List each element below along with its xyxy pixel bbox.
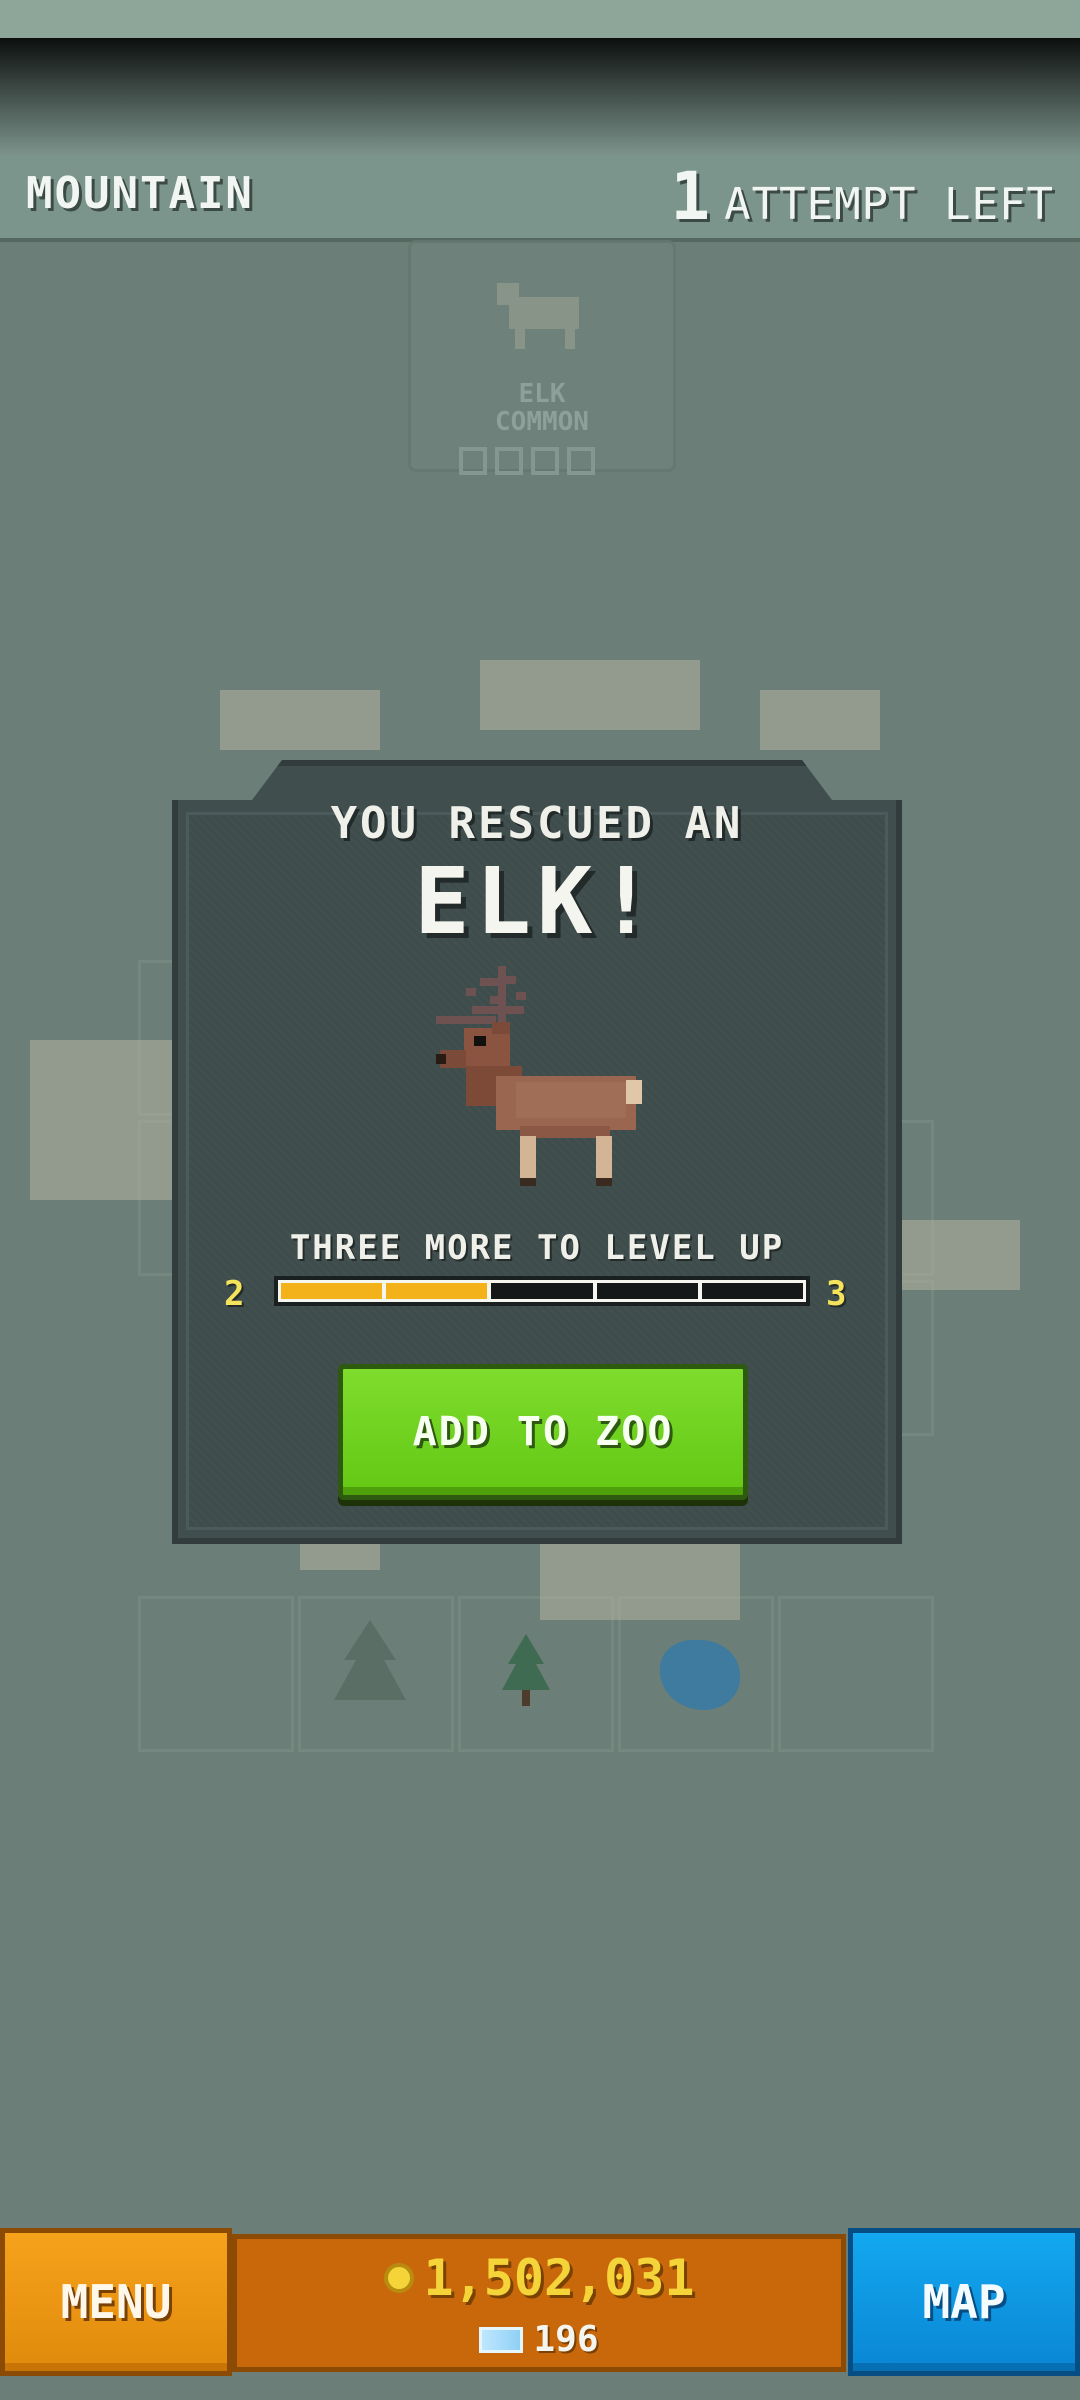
attempts-count: 1 bbox=[670, 158, 711, 235]
stampede-herd bbox=[760, 690, 880, 750]
progress-segment bbox=[491, 1283, 593, 1299]
progress-segment bbox=[701, 1283, 804, 1299]
slot bbox=[495, 447, 523, 475]
rescue-modal: YOU RESCUED AN ELK! THREE MORE TO LEVEL … bbox=[172, 760, 902, 1544]
background-animal-card: ELK COMMON bbox=[408, 240, 676, 475]
stampede-herd bbox=[480, 660, 700, 730]
background-card-rarity: COMMON bbox=[495, 407, 589, 437]
hud-bar: MOUNTAIN 1 ATTEMPT LEFT bbox=[0, 156, 1080, 242]
background-card-slots bbox=[459, 447, 595, 475]
elk-icon bbox=[436, 966, 642, 1186]
coin-amount: 1,502,031 bbox=[423, 2249, 695, 2307]
top-shade bbox=[0, 38, 1080, 156]
pine-tree-icon bbox=[502, 1634, 550, 1706]
stampede-herd bbox=[900, 1220, 1020, 1290]
gem-amount: 196 bbox=[533, 2319, 599, 2360]
region-name: MOUNTAIN bbox=[26, 168, 254, 219]
elk-ghost-icon bbox=[497, 283, 579, 349]
slot bbox=[531, 447, 559, 475]
attempts-indicator: 1 ATTEMPT LEFT bbox=[670, 158, 1054, 235]
next-level: 3 bbox=[826, 1274, 847, 1314]
rescued-animal-name: ELK! bbox=[414, 848, 660, 955]
progress-segment bbox=[596, 1283, 698, 1299]
slot bbox=[459, 447, 487, 475]
level-up-text: THREE MORE TO LEVEL UP bbox=[289, 1228, 785, 1268]
status-bar bbox=[0, 0, 1080, 38]
gem-icon bbox=[479, 2326, 524, 2353]
pine-tree-icon bbox=[334, 1620, 406, 1700]
slot bbox=[567, 447, 595, 475]
menu-button[interactable]: MENU bbox=[0, 2228, 232, 2376]
bottom-bar: MENU 1,502,031 196 MAP bbox=[0, 2228, 1080, 2400]
progress-segment bbox=[281, 1283, 383, 1299]
coin-balance: 1,502,031 bbox=[237, 2249, 841, 2307]
stampede-herd bbox=[540, 1540, 740, 1620]
map-cell bbox=[138, 1596, 294, 1752]
map-button[interactable]: MAP bbox=[848, 2228, 1080, 2376]
level-progress-bar bbox=[274, 1276, 810, 1306]
attempts-label: ATTEMPT LEFT bbox=[724, 179, 1054, 230]
current-level: 2 bbox=[224, 1274, 245, 1314]
map-cell bbox=[778, 1596, 934, 1752]
stampede-herd bbox=[220, 690, 380, 750]
progress-segment bbox=[386, 1283, 488, 1299]
currency-panel: 1,502,031 196 bbox=[232, 2234, 846, 2372]
coin-icon bbox=[383, 2263, 414, 2293]
gem-balance: 196 bbox=[237, 2319, 841, 2360]
background-card-animal: ELK bbox=[518, 379, 566, 409]
add-to-zoo-button[interactable]: ADD TO ZOO bbox=[338, 1364, 748, 1500]
stampede-herd bbox=[30, 1040, 180, 1200]
modal-heading: YOU RESCUED AN bbox=[330, 798, 744, 849]
